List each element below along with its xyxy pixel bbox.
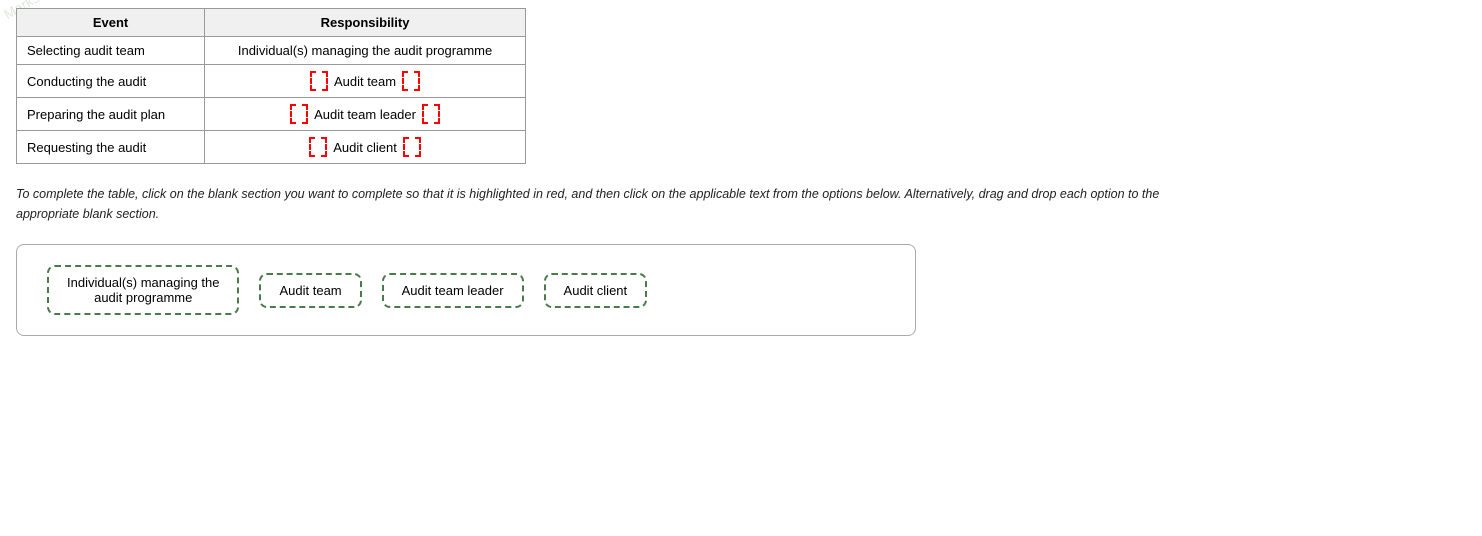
event-cell-3: Requesting the audit [17,131,205,164]
option-opt1[interactable]: Individual(s) managing theaudit programm… [47,265,239,315]
option-opt3[interactable]: Audit team leader [382,273,524,308]
filled-content-3: Audit client [213,137,517,157]
options-container: Individual(s) managing theaudit programm… [16,244,916,336]
responsibility-cell-3[interactable]: Audit client [205,131,526,164]
option-opt2[interactable]: Audit team [259,273,361,308]
filled-content-2: Audit team leader [213,104,517,124]
responsibility-cell-0[interactable]: Individual(s) managing the audit program… [205,37,526,65]
filled-text-2: Audit team leader [314,107,416,122]
event-cell-2: Preparing the audit plan [17,98,205,131]
event-cell-0: Selecting audit team [17,37,205,65]
drop-zone-right-3[interactable] [403,137,421,157]
col1-header: Event [17,9,205,37]
responsibility-cell-2[interactable]: Audit team leader [205,98,526,131]
event-cell-1: Conducting the audit [17,65,205,98]
audit-table: Event Responsibility Selecting audit tea… [16,8,526,164]
filled-text-1: Audit team [334,74,396,89]
option-opt4[interactable]: Audit client [544,273,648,308]
main-content: Event Responsibility Selecting audit tea… [0,0,1482,344]
col2-header: Responsibility [205,9,526,37]
drop-zone-right-2[interactable] [422,104,440,124]
drop-zone-left-2[interactable] [290,104,308,124]
instruction-text: To complete the table, click on the blan… [16,184,1216,224]
drop-zone-right-1[interactable] [402,71,420,91]
responsibility-cell-1[interactable]: Audit team [205,65,526,98]
filled-content-1: Audit team [213,71,517,91]
filled-text-3: Audit client [333,140,397,155]
drop-zone-left-1[interactable] [310,71,328,91]
drop-zone-left-3[interactable] [309,137,327,157]
filled-text-0: Individual(s) managing the audit program… [238,43,492,58]
